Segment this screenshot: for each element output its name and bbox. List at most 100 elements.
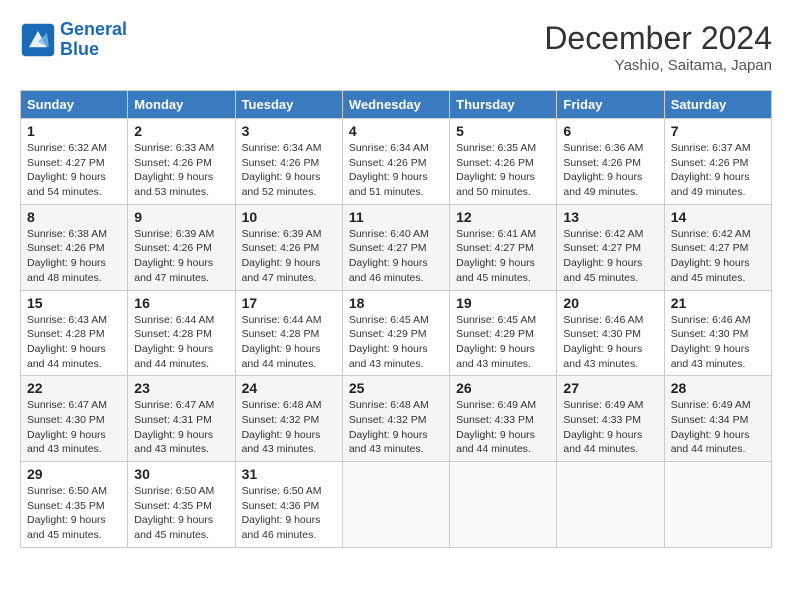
calendar-cell: 11 Sunrise: 6:40 AMSunset: 4:27 PMDayligh…: [342, 204, 449, 290]
day-number: 24: [242, 380, 336, 396]
weekday-header-thursday: Thursday: [450, 91, 557, 119]
day-number: 27: [563, 380, 657, 396]
calendar-week-row: 22 Sunrise: 6:47 AMSunset: 4:30 PMDayligh…: [21, 376, 772, 462]
day-info: Sunrise: 6:50 AMSunset: 4:35 PMDaylight:…: [27, 484, 121, 543]
day-number: 13: [563, 209, 657, 225]
day-info: Sunrise: 6:40 AMSunset: 4:27 PMDaylight:…: [349, 227, 443, 286]
day-number: 23: [134, 380, 228, 396]
calendar-cell: 6 Sunrise: 6:36 AMSunset: 4:26 PMDaylight…: [557, 119, 664, 205]
day-info: Sunrise: 6:35 AMSunset: 4:26 PMDaylight:…: [456, 141, 550, 200]
day-number: 21: [671, 295, 765, 311]
calendar-cell: 1Sunrise: 6:32 AMSunset: 4:27 PMDaylight…: [21, 119, 128, 205]
day-number: 14: [671, 209, 765, 225]
day-number: 17: [242, 295, 336, 311]
location-subtitle: Yashio, Saitama, Japan: [544, 57, 772, 74]
day-number: 18: [349, 295, 443, 311]
calendar-cell: 19Sunrise: 6:45 AMSunset: 4:29 PMDayligh…: [450, 290, 557, 376]
day-number: 25: [349, 380, 443, 396]
day-number: 6: [563, 123, 657, 139]
weekday-header-sunday: Sunday: [21, 91, 128, 119]
calendar-cell: 30 Sunrise: 6:50 AMSunset: 4:35 PMDayligh…: [128, 462, 235, 548]
calendar-cell: 20Sunrise: 6:46 AMSunset: 4:30 PMDayligh…: [557, 290, 664, 376]
weekday-header-saturday: Saturday: [664, 91, 771, 119]
day-number: 3: [242, 123, 336, 139]
calendar-cell: 21 Sunrise: 6:46 AMSunset: 4:30 PMDayligh…: [664, 290, 771, 376]
day-number: 9: [134, 209, 228, 225]
day-number: 12: [456, 209, 550, 225]
logo-icon: [20, 22, 56, 58]
day-number: 30: [134, 466, 228, 482]
day-info: Sunrise: 6:32 AMSunset: 4:27 PMDaylight:…: [27, 141, 121, 200]
calendar-cell: 22 Sunrise: 6:47 AMSunset: 4:30 PMDayligh…: [21, 376, 128, 462]
day-number: 4: [349, 123, 443, 139]
day-info: Sunrise: 6:49 AMSunset: 4:33 PMDaylight:…: [563, 398, 657, 457]
day-number: 2: [134, 123, 228, 139]
day-info: Sunrise: 6:48 AMSunset: 4:32 PMDaylight:…: [349, 398, 443, 457]
day-number: 16: [134, 295, 228, 311]
calendar-cell: 28 Sunrise: 6:49 AMSunset: 4:34 PMDayligh…: [664, 376, 771, 462]
day-number: 29: [27, 466, 121, 482]
calendar-cell: 7 Sunrise: 6:37 AMSunset: 4:26 PMDaylight…: [664, 119, 771, 205]
day-number: 15: [27, 295, 121, 311]
day-info: Sunrise: 6:33 AMSunset: 4:26 PMDaylight:…: [134, 141, 228, 200]
day-info: Sunrise: 6:50 AMSunset: 4:36 PMDaylight:…: [242, 484, 336, 543]
calendar-cell: 31 Sunrise: 6:50 AMSunset: 4:36 PMDayligh…: [235, 462, 342, 548]
calendar-table: SundayMondayTuesdayWednesdayThursdayFrid…: [20, 90, 772, 548]
day-info: Sunrise: 6:47 AMSunset: 4:30 PMDaylight:…: [27, 398, 121, 457]
day-info: Sunrise: 6:44 AMSunset: 4:28 PMDaylight:…: [242, 313, 336, 372]
day-info: Sunrise: 6:50 AMSunset: 4:35 PMDaylight:…: [134, 484, 228, 543]
calendar-cell: [557, 462, 664, 548]
calendar-cell: 9 Sunrise: 6:39 AMSunset: 4:26 PMDaylight…: [128, 204, 235, 290]
calendar-cell: 23 Sunrise: 6:47 AMSunset: 4:31 PMDayligh…: [128, 376, 235, 462]
calendar-cell: 15 Sunrise: 6:43 AMSunset: 4:28 PMDayligh…: [21, 290, 128, 376]
day-info: Sunrise: 6:49 AMSunset: 4:33 PMDaylight:…: [456, 398, 550, 457]
day-info: Sunrise: 6:36 AMSunset: 4:26 PMDaylight:…: [563, 141, 657, 200]
day-info: Sunrise: 6:39 AMSunset: 4:26 PMDaylight:…: [134, 227, 228, 286]
calendar-cell: 18Sunrise: 6:45 AMSunset: 4:29 PMDayligh…: [342, 290, 449, 376]
calendar-cell: 3 Sunrise: 6:34 AMSunset: 4:26 PMDaylight…: [235, 119, 342, 205]
logo-text: General Blue: [60, 20, 127, 60]
day-info: Sunrise: 6:39 AMSunset: 4:26 PMDaylight:…: [242, 227, 336, 286]
calendar-week-row: 15 Sunrise: 6:43 AMSunset: 4:28 PMDayligh…: [21, 290, 772, 376]
calendar-cell: 16 Sunrise: 6:44 AMSunset: 4:28 PMDayligh…: [128, 290, 235, 376]
calendar-cell: [450, 462, 557, 548]
day-number: 28: [671, 380, 765, 396]
day-number: 31: [242, 466, 336, 482]
logo: General Blue: [20, 20, 127, 60]
day-info: Sunrise: 6:47 AMSunset: 4:31 PMDaylight:…: [134, 398, 228, 457]
month-title: December 2024: [544, 20, 772, 57]
weekday-header-friday: Friday: [557, 91, 664, 119]
day-number: 5: [456, 123, 550, 139]
weekday-header-wednesday: Wednesday: [342, 91, 449, 119]
page-header: General Blue December 2024 Yashio, Saita…: [20, 20, 772, 74]
calendar-cell: 27 Sunrise: 6:49 AMSunset: 4:33 PMDayligh…: [557, 376, 664, 462]
day-info: Sunrise: 6:49 AMSunset: 4:34 PMDaylight:…: [671, 398, 765, 457]
calendar-cell: 14Sunrise: 6:42 AMSunset: 4:27 PMDayligh…: [664, 204, 771, 290]
day-info: Sunrise: 6:37 AMSunset: 4:26 PMDaylight:…: [671, 141, 765, 200]
day-number: 11: [349, 209, 443, 225]
calendar-cell: 13 Sunrise: 6:42 AMSunset: 4:27 PMDayligh…: [557, 204, 664, 290]
weekday-header-row: SundayMondayTuesdayWednesdayThursdayFrid…: [21, 91, 772, 119]
day-number: 7: [671, 123, 765, 139]
day-info: Sunrise: 6:34 AMSunset: 4:26 PMDaylight:…: [242, 141, 336, 200]
day-info: Sunrise: 6:42 AMSunset: 4:27 PMDaylight:…: [563, 227, 657, 286]
calendar-cell: 5 Sunrise: 6:35 AMSunset: 4:26 PMDaylight…: [450, 119, 557, 205]
day-number: 26: [456, 380, 550, 396]
day-info: Sunrise: 6:43 AMSunset: 4:28 PMDaylight:…: [27, 313, 121, 372]
day-number: 19: [456, 295, 550, 311]
calendar-week-row: 8 Sunrise: 6:38 AMSunset: 4:26 PMDaylight…: [21, 204, 772, 290]
calendar-cell: 10Sunrise: 6:39 AMSunset: 4:26 PMDayligh…: [235, 204, 342, 290]
calendar-cell: [342, 462, 449, 548]
calendar-week-row: 29 Sunrise: 6:50 AMSunset: 4:35 PMDayligh…: [21, 462, 772, 548]
calendar-cell: 25 Sunrise: 6:48 AMSunset: 4:32 PMDayligh…: [342, 376, 449, 462]
day-number: 22: [27, 380, 121, 396]
calendar-cell: 17 Sunrise: 6:44 AMSunset: 4:28 PMDayligh…: [235, 290, 342, 376]
calendar-cell: 4 Sunrise: 6:34 AMSunset: 4:26 PMDaylight…: [342, 119, 449, 205]
day-number: 8: [27, 209, 121, 225]
day-info: Sunrise: 6:34 AMSunset: 4:26 PMDaylight:…: [349, 141, 443, 200]
day-info: Sunrise: 6:46 AMSunset: 4:30 PMDaylight:…: [563, 313, 657, 372]
day-info: Sunrise: 6:46 AMSunset: 4:30 PMDaylight:…: [671, 313, 765, 372]
day-info: Sunrise: 6:44 AMSunset: 4:28 PMDaylight:…: [134, 313, 228, 372]
day-info: Sunrise: 6:38 AMSunset: 4:26 PMDaylight:…: [27, 227, 121, 286]
calendar-cell: [664, 462, 771, 548]
